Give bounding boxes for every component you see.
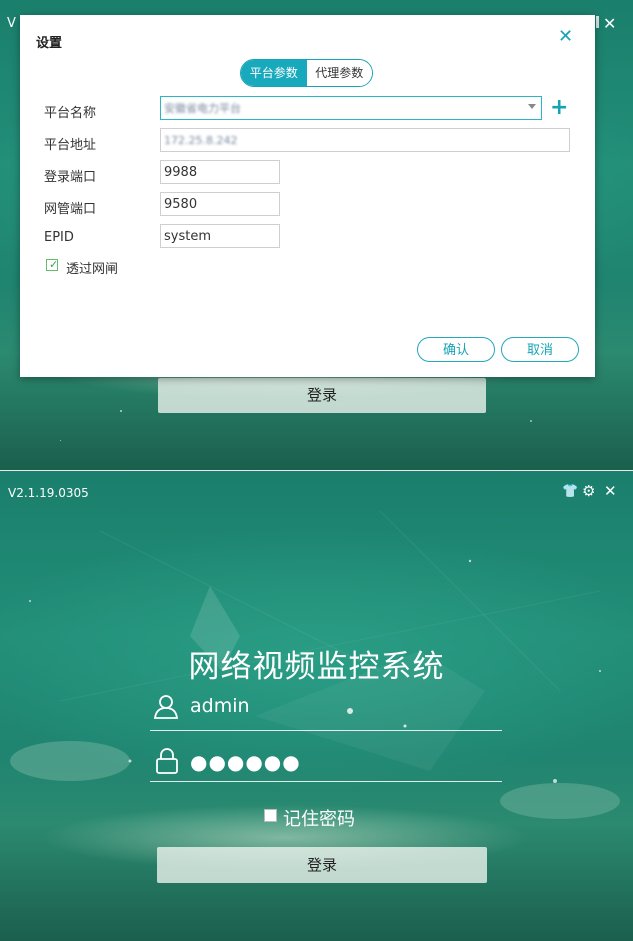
- dialog-title: 设置: [36, 36, 63, 51]
- lock-icon: [156, 748, 178, 774]
- gateway-port-label: 网管端口: [44, 202, 97, 217]
- epid-input[interactable]: system: [160, 224, 280, 248]
- close-icon[interactable]: ✕: [603, 14, 616, 33]
- login-window-with-settings: V ✕ 登录 设置 ✕ 平台参数 代理参数 平台名称 安徽省电力平台 + 平台地…: [0, 0, 633, 470]
- platform-name-label: 平台名称: [44, 106, 97, 121]
- remember-password-label[interactable]: 记住密码: [283, 805, 355, 831]
- gateway-port-input[interactable]: 9580: [160, 192, 280, 216]
- password-input[interactable]: ●●●●●●: [190, 750, 301, 774]
- confirm-button[interactable]: 确认: [417, 337, 495, 362]
- tab-platform-params[interactable]: 平台参数: [241, 60, 307, 86]
- version-label: V2.1.19.0305: [8, 486, 89, 500]
- remember-password-checkbox[interactable]: [264, 809, 277, 822]
- platform-address-value: 172.25.8.242: [164, 134, 238, 147]
- background-star: [60, 440, 61, 441]
- background-star: [120, 410, 122, 412]
- platform-address-input[interactable]: 172.25.8.242: [160, 128, 570, 152]
- platform-name-select[interactable]: 安徽省电力平台: [160, 96, 542, 120]
- login-port-label: 登录端口: [44, 170, 97, 185]
- epid-label: EPID: [44, 230, 74, 245]
- app-title: 网络视频监控系统: [188, 649, 445, 685]
- tab-proxy-params[interactable]: 代理参数: [306, 60, 372, 86]
- cancel-button[interactable]: 取消: [501, 337, 579, 362]
- username-input[interactable]: admin: [190, 695, 250, 717]
- skin-icon[interactable]: 👕: [562, 484, 578, 499]
- close-icon[interactable]: ✕: [604, 482, 617, 500]
- platform-address-label: 平台地址: [44, 138, 97, 153]
- login-button-obscured[interactable]: 登录: [158, 378, 486, 413]
- window-title-fragment: V: [7, 16, 16, 31]
- close-icon[interactable]: ✕: [558, 27, 573, 47]
- password-underline: [150, 781, 502, 782]
- gear-icon[interactable]: ⚙: [582, 482, 595, 500]
- dropdown-arrow-icon[interactable]: [528, 104, 536, 109]
- background-star: [530, 420, 532, 422]
- platform-name-value: 安徽省电力平台: [164, 102, 241, 115]
- settings-dialog: 设置 ✕ 平台参数 代理参数 平台名称 安徽省电力平台 + 平台地址 172.2…: [20, 15, 595, 377]
- plus-icon[interactable]: +: [550, 97, 568, 119]
- username-underline: [150, 730, 502, 731]
- window-edge-fragment: [596, 16, 599, 28]
- settings-tabs: 平台参数 代理参数: [240, 59, 373, 87]
- user-icon: [153, 695, 179, 719]
- gateway-checkbox-label[interactable]: 透过网闸: [66, 258, 118, 277]
- login-port-input[interactable]: 9988: [160, 160, 280, 184]
- login-button[interactable]: 登录: [157, 847, 487, 883]
- gateway-checkbox[interactable]: ✓: [46, 258, 59, 271]
- login-window: V2.1.19.0305 👕 ⚙ ✕ 网络视频监控系统 admin ●●●●●●…: [0, 471, 633, 941]
- checkmark-icon: ✓: [49, 258, 59, 271]
